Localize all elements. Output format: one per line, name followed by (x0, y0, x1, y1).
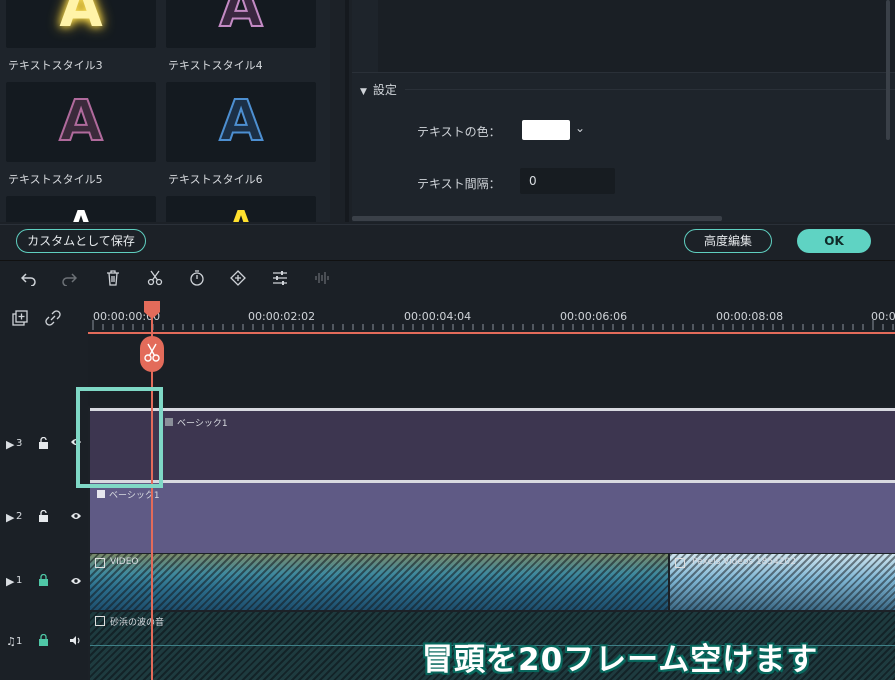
split-scissors-icon[interactable] (146, 270, 164, 288)
track-number-3: 3 (16, 438, 23, 449)
ruler-label-2: 00:00:04:04 (404, 310, 472, 323)
video-track-icon: ▶︎ (6, 575, 15, 588)
clip-label-video1: VIDEO (110, 557, 139, 567)
eye-icon[interactable] (70, 511, 82, 524)
text-style-5-glyph: A (58, 88, 103, 155)
lock-icon[interactable] (38, 633, 49, 649)
ruler-label-4: 00:00:08:08 (716, 310, 784, 323)
ruler-label-5: 00:0 (871, 310, 895, 323)
video-clip-icon (675, 558, 685, 568)
empty-track-area (88, 334, 895, 406)
save-as-custom-button[interactable]: カスタムとして保存 (16, 229, 146, 253)
text-spacing-value: 0 (529, 174, 537, 188)
advanced-edit-button[interactable]: 高度編集 (684, 229, 772, 253)
video-clip-pexels[interactable]: Pexels Videos 1854202 (670, 554, 895, 610)
text-style-4-glyph: A (218, 0, 263, 41)
video-track-icon: ▶︎ (6, 438, 15, 451)
section-rule (405, 89, 895, 90)
speed-timer-icon[interactable] (188, 270, 206, 288)
ruler-label-3: 00:00:06:06 (560, 310, 628, 323)
playhead-line[interactable] (151, 318, 153, 680)
clip-label-track3: ベーシック1 (177, 419, 228, 429)
vertical-scrollbar[interactable] (886, 0, 890, 140)
text-style-4-thumb[interactable]: A (166, 0, 316, 48)
settings-separator (352, 72, 895, 73)
text-style-panel: A テキストスタイル3 A テキストスタイル4 A テキストスタイル5 A テキ… (0, 0, 330, 222)
text-style-4-label: テキストスタイル4 (168, 59, 263, 72)
settings-section-label: 設定 (372, 83, 397, 97)
text-style-6-thumb[interactable]: A (166, 82, 316, 162)
text-color-swatch[interactable] (522, 120, 570, 140)
audio-clip-icon (95, 616, 105, 626)
keyframe-icon[interactable] (229, 270, 247, 288)
text-spacing-input[interactable]: 0 (520, 168, 615, 194)
title-clip-icon (165, 418, 173, 426)
locked-hatch-overlay (90, 554, 668, 610)
title-clip-icon (97, 490, 105, 498)
track-number-2: 2 (16, 511, 23, 522)
text-style-7-thumb[interactable]: A (6, 196, 156, 222)
track-header-video-2: ▶︎ 2 (0, 480, 88, 552)
title-clip-basic1-track3[interactable]: ベーシック1 (90, 408, 895, 481)
redo-icon[interactable] (60, 270, 78, 288)
undo-icon[interactable] (20, 270, 38, 288)
speaker-icon[interactable] (69, 635, 82, 649)
track-header-video-1: ▶︎ 1 (0, 552, 88, 612)
text-color-label: テキストの色： (417, 125, 501, 139)
timeline-toolbar (0, 260, 895, 301)
delete-icon[interactable] (104, 270, 122, 288)
tutorial-caption: 冒頭を20フレーム空けます (412, 634, 882, 678)
text-style-8-thumb[interactable]: A (166, 196, 316, 222)
playhead-handle[interactable] (144, 301, 160, 319)
text-style-5-thumb[interactable]: A (6, 82, 156, 162)
unlock-icon[interactable] (38, 509, 49, 525)
audio-wave-icon[interactable] (313, 270, 331, 288)
caption-text: 冒頭を20フレーム空けます (422, 642, 819, 678)
scissors-icon (144, 343, 160, 362)
link-icon[interactable] (45, 310, 61, 330)
settings-section-header[interactable]: ▼ 設定 (360, 81, 397, 98)
text-style-8-glyph: A (166, 208, 316, 223)
text-style-6-glyph: A (218, 88, 263, 155)
text-preview-area (378, 0, 895, 72)
text-style-5-label: テキストスタイル5 (8, 173, 103, 186)
adjust-sliders-icon[interactable] (271, 270, 289, 288)
eye-icon[interactable] (70, 576, 82, 589)
music-note-icon: ♫ (6, 635, 16, 648)
clip-label-audio1: 砂浜の波の音 (110, 618, 165, 628)
unlock-icon[interactable] (38, 436, 49, 452)
text-style-3-thumb[interactable]: A (6, 0, 156, 48)
audio-track-number-1: 1 (16, 636, 23, 647)
text-style-3-label: テキストスタイル3 (8, 59, 103, 72)
track-header-audio-1: ♫ 1 (0, 612, 88, 680)
text-style-7-glyph: A (6, 208, 156, 223)
video-track-icon: ▶︎ (6, 511, 15, 524)
panel-divider[interactable] (345, 0, 349, 222)
title-clip-basic1-track2[interactable]: ベーシック1 (90, 480, 895, 553)
horizontal-scrollbar[interactable] (352, 216, 722, 221)
playhead-split-marker[interactable] (140, 336, 164, 372)
ok-button[interactable]: OK (797, 229, 871, 253)
add-track-icon[interactable] (12, 310, 28, 330)
track-header-video-3: ▶︎ 3 (0, 408, 88, 480)
text-style-3-glyph: A (59, 0, 103, 40)
highlight-box (76, 387, 163, 488)
text-spacing-label: テキスト間隔： (417, 177, 501, 191)
text-style-6-label: テキストスタイル6 (168, 173, 263, 186)
lock-icon[interactable] (38, 573, 49, 589)
chevron-down-icon[interactable]: ⌄ (575, 121, 585, 135)
clip-label-pexels: Pexels Videos 1854202 (692, 557, 796, 567)
video-clip-icon (95, 558, 105, 568)
caret-down-icon: ▼ (360, 87, 367, 97)
ruler-label-1: 00:00:02:02 (248, 310, 316, 323)
video-clip-1[interactable]: VIDEO (90, 554, 668, 610)
track-number-1: 1 (16, 575, 23, 586)
